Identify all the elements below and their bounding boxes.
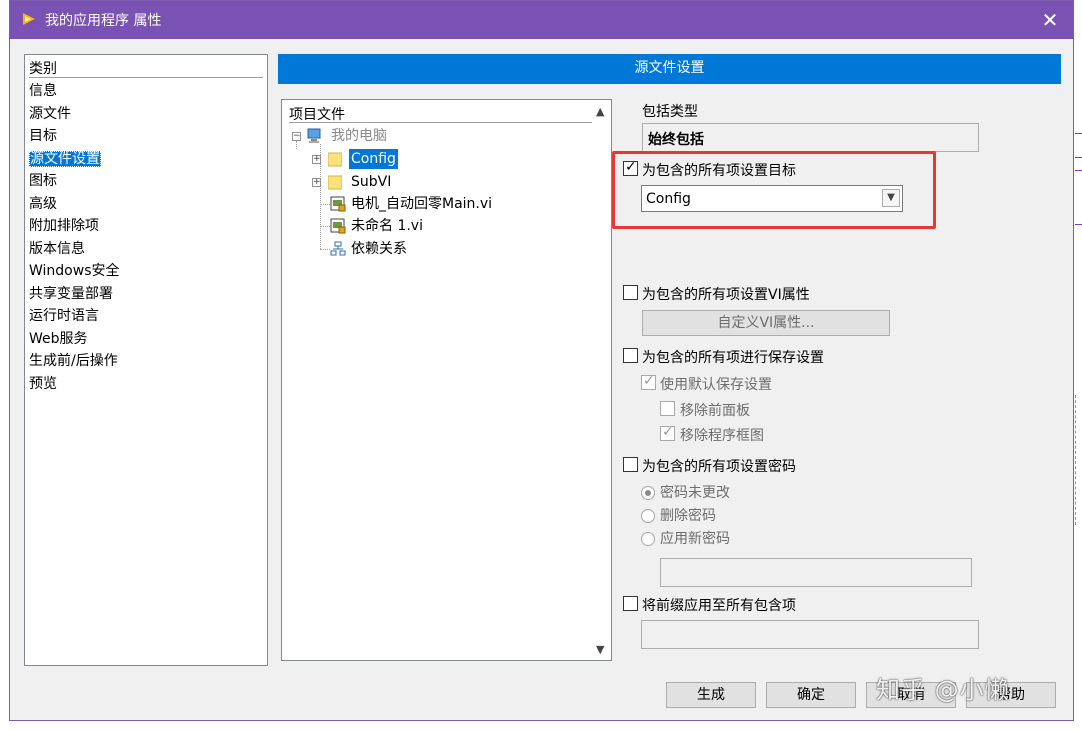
tree-connector <box>320 226 330 227</box>
close-button[interactable]: ✕ <box>1027 1 1073 39</box>
remove-block-diagram-label: 移除程序框图 <box>680 428 764 444</box>
tree-label-config: Config <box>349 149 398 169</box>
title-bar[interactable]: 我的应用程序 属性 ✕ <box>10 1 1073 39</box>
category-item-preview[interactable]: 预览 <box>29 373 120 396</box>
ok-button[interactable]: 确定 <box>766 682 856 708</box>
tree-connector <box>320 204 330 205</box>
computer-icon <box>307 128 321 143</box>
background-mark <box>1075 133 1082 134</box>
set-vi-props-label: 为包含的所有项设置VI属性 <box>642 287 810 303</box>
expand-icon[interactable]: + <box>312 155 321 164</box>
set-password-checkbox[interactable] <box>623 457 638 472</box>
project-files-tree[interactable]: 项目文件 − 我的电脑 + Config + SubVI 电机_自动回零Main… <box>281 99 612 661</box>
tree-item-subvi[interactable]: + SubVI <box>312 171 592 193</box>
tree-label-main-vi: 电机_自动回零Main.vi <box>351 196 493 212</box>
tree-label-my-computer: 我的电脑 <box>331 128 387 144</box>
category-item-shared-variable-deployment[interactable]: 共享变量部署 <box>29 283 120 306</box>
tree-item-my-computer[interactable]: − 我的电脑 <box>292 125 592 147</box>
category-item-pre-post-build-actions[interactable]: 生成前/后操作 <box>29 350 120 373</box>
remove-password-label: 删除密码 <box>660 508 716 524</box>
build-button[interactable]: 生成 <box>666 682 756 708</box>
collapse-icon[interactable]: − <box>292 132 301 141</box>
remove-password-radio[interactable] <box>641 509 655 523</box>
save-settings-checkbox[interactable] <box>623 348 638 363</box>
watermark: 知乎 @小懒 <box>876 676 1010 704</box>
include-type-value: 始终包括 <box>648 132 704 148</box>
remove-front-panel-label: 移除前面板 <box>680 403 750 419</box>
prefix-input[interactable] <box>641 620 979 649</box>
tree-item-untitled-vi[interactable]: 未命名 1.vi <box>330 215 592 237</box>
password-unchanged-radio[interactable] <box>641 486 655 500</box>
set-vi-props-checkbox[interactable] <box>623 285 638 300</box>
tree-item-main-vi[interactable]: 电机_自动回零Main.vi <box>330 193 592 215</box>
category-item-version-info[interactable]: 版本信息 <box>29 238 120 261</box>
use-default-save-label: 使用默认保存设置 <box>660 377 772 393</box>
category-list-panel: 类别 信息 源文件 目标 源文件设置 图标 高级 附加排除项 版本信息 Wind… <box>24 54 268 666</box>
tree-label-dependencies: 依赖关系 <box>351 241 407 257</box>
save-settings-label: 为包含的所有项进行保存设置 <box>642 350 824 366</box>
background-selection-edge <box>1075 395 1079 525</box>
tree-item-dependencies[interactable]: 依赖关系 <box>330 238 592 260</box>
background-mark <box>1075 157 1082 158</box>
category-item-advanced[interactable]: 高级 <box>29 193 120 216</box>
custom-vi-props-button[interactable]: 自定义VI属性... <box>642 310 890 336</box>
set-password-label: 为包含的所有项设置密码 <box>642 459 796 475</box>
check-icon: ✓ <box>643 373 655 389</box>
category-item-source-file-settings[interactable]: 源文件设置 <box>29 148 120 171</box>
radio-dot <box>645 490 651 496</box>
scroll-down-icon[interactable]: ▼ <box>596 643 604 656</box>
tree-header: 项目文件 <box>289 104 592 123</box>
category-header: 类别 <box>29 58 263 78</box>
include-type-field: 始终包括 <box>642 123 979 152</box>
password-unchanged-label: 密码未更改 <box>660 485 730 501</box>
labview-app-icon <box>23 13 35 25</box>
category-item-source-files[interactable]: 源文件 <box>29 103 120 126</box>
background-window-edge <box>1074 0 1082 730</box>
check-icon: ✓ <box>662 424 674 440</box>
highlight-box <box>612 151 936 229</box>
category-item-additional-exclusions[interactable]: 附加排除项 <box>29 215 120 238</box>
include-type-label: 包括类型 <box>642 104 698 120</box>
apply-new-password-label: 应用新密码 <box>660 531 730 547</box>
tree-label-untitled-vi: 未命名 1.vi <box>351 218 423 234</box>
scroll-up-icon[interactable]: ▲ <box>596 105 604 118</box>
category-item-windows-security[interactable]: Windows安全 <box>29 260 120 283</box>
use-default-save-checkbox[interactable]: ✓ <box>641 373 656 390</box>
category-list: 信息 源文件 目标 源文件设置 图标 高级 附加排除项 版本信息 Windows… <box>29 80 120 395</box>
vi-file-icon <box>330 196 346 212</box>
vi-file-icon <box>330 218 346 234</box>
window-title: 我的应用程序 属性 <box>45 13 162 29</box>
apply-prefix-label: 将前缀应用至所有包含项 <box>642 598 796 614</box>
remove-block-diagram-checkbox[interactable]: ✓ <box>660 424 675 441</box>
tree-label-subvi: SubVI <box>351 174 392 190</box>
category-item-runtime-languages[interactable]: 运行时语言 <box>29 305 120 328</box>
category-item-icon[interactable]: 图标 <box>29 170 120 193</box>
close-icon: ✕ <box>1041 8 1059 32</box>
remove-front-panel-checkbox[interactable] <box>660 401 675 416</box>
folder-icon <box>328 175 342 190</box>
apply-prefix-checkbox[interactable] <box>623 596 638 611</box>
properties-dialog: 我的应用程序 属性 ✕ 类别 信息 源文件 目标 源文件设置 图标 高级 附加排… <box>9 0 1074 721</box>
folder-icon <box>328 152 342 167</box>
tree-scrollbar[interactable]: ▲ ▼ <box>593 100 611 660</box>
tree-connector <box>320 249 330 250</box>
category-item-info[interactable]: 信息 <box>29 80 120 103</box>
tree-item-config[interactable]: + Config <box>312 148 592 170</box>
background-mark <box>1075 170 1082 171</box>
dependencies-icon <box>330 241 346 256</box>
section-title: 源文件设置 <box>278 54 1061 84</box>
apply-new-password-radio[interactable] <box>641 532 655 546</box>
category-item-destinations[interactable]: 目标 <box>29 125 120 148</box>
background-mark <box>1075 224 1082 225</box>
password-input[interactable] <box>660 558 972 587</box>
category-item-web-services[interactable]: Web服务 <box>29 328 120 351</box>
expand-icon[interactable]: + <box>312 178 321 187</box>
